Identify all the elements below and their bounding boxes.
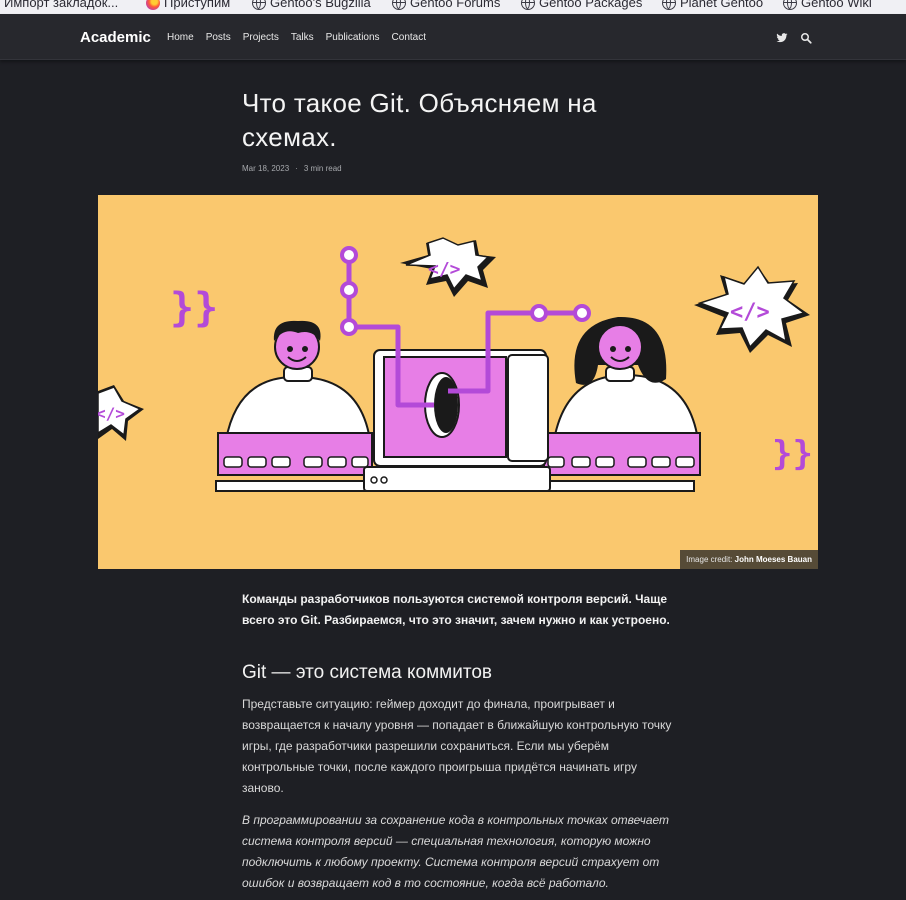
- moon-icon[interactable]: [824, 31, 836, 43]
- nav-link-contact[interactable]: Contact: [392, 32, 426, 43]
- featured-image: </> </> </> }} }} Image credit: John Moe…: [98, 195, 818, 569]
- article-title: Что такое Git. Объясняем на схемах.: [242, 88, 597, 152]
- article-date: Mar 18, 2023: [242, 164, 290, 173]
- article-paragraph: Представьте ситуацию: геймер доходит до …: [242, 697, 672, 795]
- nav-link-projects[interactable]: Projects: [243, 32, 279, 43]
- code-burst-icon: </>: [98, 385, 144, 441]
- nav-icons: [776, 31, 836, 44]
- article-meta: Mar 18, 2023 · 3 min read: [242, 164, 342, 173]
- firefox-icon: [146, 0, 160, 10]
- image-credit-author[interactable]: John Moeses Bauan: [735, 555, 812, 564]
- image-credit: Image credit: John Moeses Bauan: [680, 550, 818, 569]
- article-read-time: 3 min read: [303, 164, 342, 173]
- code-burst-icon: </>: [400, 237, 496, 297]
- bookmark-get-started[interactable]: Приступим: [146, 0, 230, 10]
- site-brand[interactable]: Academic: [80, 29, 151, 46]
- article-lead: Команды разработчиков пользуются системо…: [242, 592, 670, 627]
- nav-link-publications[interactable]: Publications: [326, 32, 380, 43]
- svg-text:</>: </>: [98, 404, 125, 423]
- bookmark-gentoo-bugzilla[interactable]: Gentoo's Bugzilla: [252, 0, 371, 10]
- svg-text:</>: </>: [428, 259, 461, 280]
- bookmark-gentoo-forums[interactable]: Gentoo Forums: [392, 0, 500, 10]
- braces-icon: }}: [772, 434, 813, 474]
- developer-left-figure: [224, 320, 372, 441]
- bookmarks-bar: Импорт закладок... Приступим Gentoo's Bu…: [0, 0, 906, 14]
- section-heading: Git — это система коммитов: [242, 662, 493, 683]
- computer-monitor: [363, 349, 551, 492]
- keyboard-left: [215, 432, 377, 492]
- braces-icon: }}: [170, 285, 218, 331]
- svg-text:</>: </>: [730, 300, 770, 325]
- globe-icon: [521, 0, 535, 10]
- bookmark-import[interactable]: Импорт закладок...: [0, 0, 118, 10]
- meta-separator: ·: [295, 164, 298, 173]
- nav-link-home[interactable]: Home: [167, 32, 194, 43]
- globe-icon: [392, 0, 406, 10]
- git-illustration: </> </> </> }} }}: [98, 237, 813, 492]
- search-icon[interactable]: [800, 31, 812, 44]
- nav-link-talks[interactable]: Talks: [291, 32, 314, 43]
- globe-icon: [252, 0, 266, 10]
- article-paragraph-italic: В программировании за сохранение кода в …: [242, 813, 670, 890]
- twitter-icon[interactable]: [776, 31, 788, 43]
- bookmark-gentoo-packages[interactable]: Gentoo Packages: [521, 0, 642, 10]
- code-burst-icon: </>: [694, 265, 810, 353]
- bookmark-gentoo-wiki[interactable]: Gentoo Wiki: [783, 0, 872, 10]
- site-navbar: Academic Home Posts Projects Talks Publi…: [0, 14, 906, 60]
- bookmark-planet-gentoo[interactable]: Planet Gentoo: [662, 0, 763, 10]
- nav-links: Home Posts Projects Talks Publications C…: [167, 32, 438, 43]
- nav-link-posts[interactable]: Posts: [206, 32, 231, 43]
- keyboard-right: [543, 432, 701, 492]
- developer-right-figure: [552, 316, 700, 441]
- globe-icon: [662, 0, 676, 10]
- globe-icon: [783, 0, 797, 10]
